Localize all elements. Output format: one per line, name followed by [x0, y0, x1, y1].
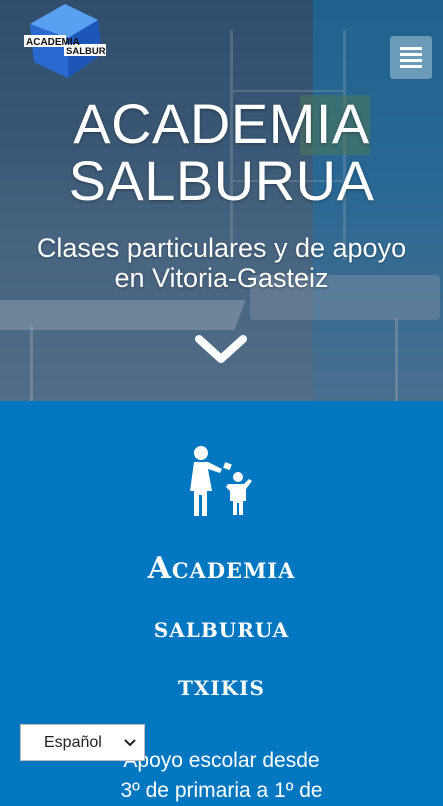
chevron-down-icon: [124, 738, 136, 746]
hero-subtitle: Clases particulares y de apoyo en Vitori…: [0, 233, 443, 293]
hero-subtitle-line2: en Vitoria-Gasteiz: [114, 263, 329, 293]
section-title-line3: txikis: [178, 669, 265, 702]
hamburger-menu-icon: [400, 46, 422, 68]
language-select[interactable]: Español: [20, 724, 145, 761]
language-select-value: Español: [44, 733, 102, 751]
hero-subtitle-line1: Clases particulares y de apoyo: [36, 233, 407, 263]
adult-child-icon: [190, 446, 252, 516]
chevron-down-icon: [195, 335, 247, 363]
section-title-line2: salburua: [153, 611, 290, 644]
hero-title-line2: SALBURUA: [68, 149, 375, 212]
section-title-line1: Academia: [147, 551, 296, 586]
logo-text-bottom: SALBURUA: [66, 46, 106, 57]
logo-graphic: ACADEMIA SALBURUA: [24, 4, 119, 78]
section-description-line2: 3º de primaria a 1º de: [120, 779, 323, 802]
site-logo[interactable]: ACADEMIA SALBURUA: [24, 2, 119, 80]
scroll-down-button[interactable]: [194, 330, 248, 370]
menu-button[interactable]: [390, 36, 432, 79]
hero-title: ACADEMIA SALBURUA: [0, 95, 443, 209]
hero-title-line1: ACADEMIA: [73, 92, 370, 155]
hero-section: ACADEMIA SALBURUA ACADEMIA SALBURUA Clas…: [0, 0, 443, 401]
